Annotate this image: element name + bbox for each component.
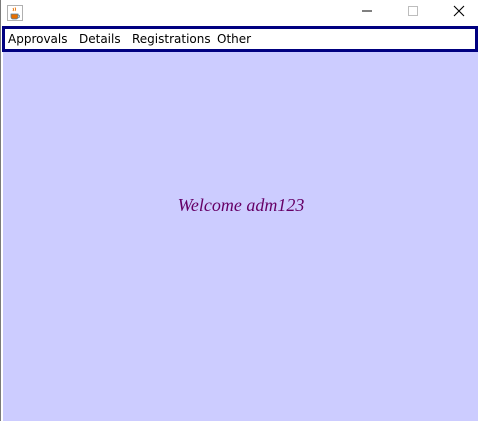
menu-registrations[interactable]: Registrations [132,29,211,49]
maximize-button[interactable] [390,0,436,26]
java-coffee-icon[interactable] [7,5,23,21]
minimize-icon [361,4,373,22]
title-bar[interactable] [1,0,478,26]
close-icon [453,4,465,22]
maximize-icon [407,4,419,22]
menu-bar: Approvals Details Registrations Other [2,26,478,52]
menu-approvals[interactable]: Approvals [8,29,68,49]
welcome-message: Welcome adm123 [177,195,305,215]
app-window: Approvals Details Registrations Other We… [0,0,478,421]
menu-details[interactable]: Details [79,29,121,49]
minimize-button[interactable] [344,0,390,26]
main-content-panel: Welcome adm123 [3,52,478,421]
close-button[interactable] [436,0,478,26]
menu-other[interactable]: Other [217,29,251,49]
